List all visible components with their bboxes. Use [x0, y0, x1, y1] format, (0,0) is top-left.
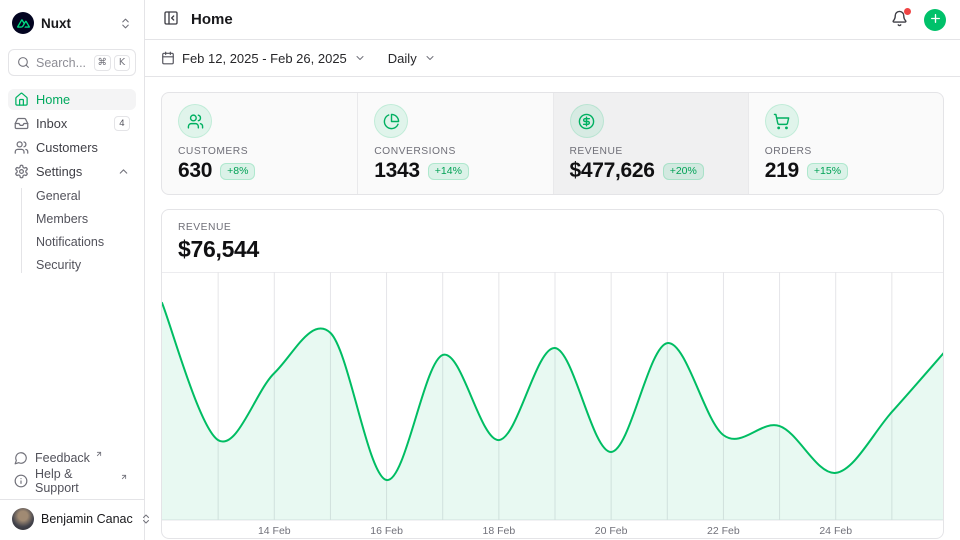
granularity-select[interactable]: Daily [388, 51, 436, 66]
sidebar-item-settings-general[interactable]: General [32, 186, 136, 206]
app-root: Nuxt Search... ⌘ K Home Inbox 4 Cu [0, 0, 960, 540]
main-area: Home Feb 12, 2025 - Feb 26, 2025 Daily [145, 0, 960, 540]
chevron-down-icon [354, 52, 366, 64]
stat-card-conversions[interactable]: CONVERSIONS 1343 +14% [357, 93, 552, 194]
external-link-icon [95, 450, 103, 458]
sidebar-item-settings-security[interactable]: Security [32, 255, 136, 275]
stat-delta-badge: +8% [220, 163, 255, 180]
stat-card-orders[interactable]: ORDERS 219 +15% [748, 93, 943, 194]
info-icon [14, 474, 28, 488]
svg-text:20 Feb: 20 Feb [595, 525, 628, 537]
message-circle-icon [14, 451, 28, 465]
date-range-value: Feb 12, 2025 - Feb 26, 2025 [182, 51, 347, 66]
gear-icon [14, 164, 29, 179]
stat-value: 630 [178, 159, 212, 183]
stat-value: 1343 [374, 159, 420, 183]
help-support-label: Help & Support [35, 467, 115, 495]
stat-value: 219 [765, 159, 799, 183]
svg-text:22 Feb: 22 Feb [707, 525, 740, 537]
search-icon [17, 56, 30, 69]
stat-label: CONVERSIONS [374, 146, 536, 157]
chevrons-up-down-icon [119, 17, 132, 30]
svg-text:18 Feb: 18 Feb [483, 525, 516, 537]
sidebar: Nuxt Search... ⌘ K Home Inbox 4 Cu [0, 0, 145, 540]
inbox-icon [14, 116, 29, 131]
workspace-name: Nuxt [41, 16, 112, 31]
kbd-k: K [114, 55, 130, 71]
chevron-down-icon [424, 52, 436, 64]
search-placeholder: Search... [36, 56, 88, 70]
sidebar-item-label: Inbox [36, 116, 67, 131]
user-menu[interactable]: Benjamin Canac [0, 499, 144, 538]
house-icon [14, 92, 29, 107]
date-range-picker[interactable]: Feb 12, 2025 - Feb 26, 2025 [161, 51, 366, 66]
svg-text:16 Feb: 16 Feb [370, 525, 403, 537]
stat-delta-badge: +15% [807, 163, 848, 180]
stat-value: $477,626 [570, 159, 655, 183]
stat-label: CUSTOMERS [178, 146, 341, 157]
revenue-chart[interactable]: 14 Feb 16 Feb 18 Feb 20 Feb 22 Feb 24 Feb [162, 272, 944, 539]
sidebar-item-label: Home [36, 92, 70, 107]
sidebar-item-customers[interactable]: Customers [8, 137, 136, 158]
calendar-icon [161, 51, 175, 65]
svg-text:14 Feb: 14 Feb [258, 525, 291, 537]
sidebar-item-label: Customers [36, 140, 98, 155]
page-title: Home [191, 11, 233, 28]
add-button[interactable] [924, 9, 946, 31]
stat-label: REVENUE [570, 146, 732, 157]
revenue-chart-card: REVENUE $76,544 14 Feb 16 Feb 18 Feb 20 Feb… [161, 209, 944, 539]
kbd-cmd: ⌘ [94, 55, 112, 71]
panel-left-close-icon [163, 10, 179, 29]
sidebar-footer: Feedback Help & Support Benjamin Canac [8, 446, 136, 540]
granularity-value: Daily [388, 51, 417, 66]
stats-row: CUSTOMERS 630 +8% CONVERSIONS 1343 +14% [161, 92, 944, 195]
sidebar-item-inbox[interactable]: Inbox 4 [8, 113, 136, 134]
dashboard-content: CUSTOMERS 630 +8% CONVERSIONS 1343 +14% [145, 77, 960, 540]
svg-text:24 Feb: 24 Feb [819, 525, 852, 537]
dollar-circle-icon [570, 104, 604, 138]
nuxt-logo-icon [12, 12, 34, 34]
plus-icon [929, 12, 942, 28]
chart-header: REVENUE $76,544 [162, 210, 943, 263]
stat-card-customers[interactable]: CUSTOMERS 630 +8% [162, 93, 357, 194]
help-support-link[interactable]: Help & Support [8, 469, 136, 492]
page-header: Home [145, 0, 960, 40]
search-input[interactable]: Search... ⌘ K [8, 49, 136, 76]
user-name: Benjamin Canac [41, 512, 133, 526]
users-icon [14, 140, 29, 155]
chart-total-value: $76,544 [178, 236, 927, 263]
cart-icon [765, 104, 799, 138]
avatar [12, 508, 34, 530]
stat-delta-badge: +14% [428, 163, 469, 180]
notifications-button[interactable] [889, 8, 910, 32]
inbox-count-badge: 4 [114, 116, 130, 131]
filters-toolbar: Feb 12, 2025 - Feb 26, 2025 Daily [145, 40, 960, 77]
chart-title: REVENUE [178, 222, 927, 233]
users-icon [178, 104, 212, 138]
stat-label: ORDERS [765, 146, 927, 157]
external-link-icon [120, 473, 128, 481]
workspace-switcher[interactable]: Nuxt [8, 8, 136, 38]
sidebar-item-home[interactable]: Home [8, 89, 136, 110]
sidebar-item-settings-notifications[interactable]: Notifications [32, 232, 136, 252]
stat-delta-badge: +20% [663, 163, 704, 180]
chevron-up-icon [117, 165, 130, 178]
sidebar-item-settings[interactable]: Settings [8, 161, 136, 182]
feedback-label: Feedback [35, 451, 90, 465]
sidebar-nav: Home Inbox 4 Customers Settings General … [8, 89, 136, 275]
collapse-sidebar-button[interactable] [161, 8, 181, 31]
sidebar-item-settings-members[interactable]: Members [32, 209, 136, 229]
settings-subnav: General Members Notifications Security [8, 186, 136, 275]
chart-pie-icon [374, 104, 408, 138]
notification-dot [904, 8, 911, 15]
stat-card-revenue[interactable]: REVENUE $477,626 +20% [553, 93, 748, 194]
sidebar-item-label: Settings [36, 164, 82, 179]
